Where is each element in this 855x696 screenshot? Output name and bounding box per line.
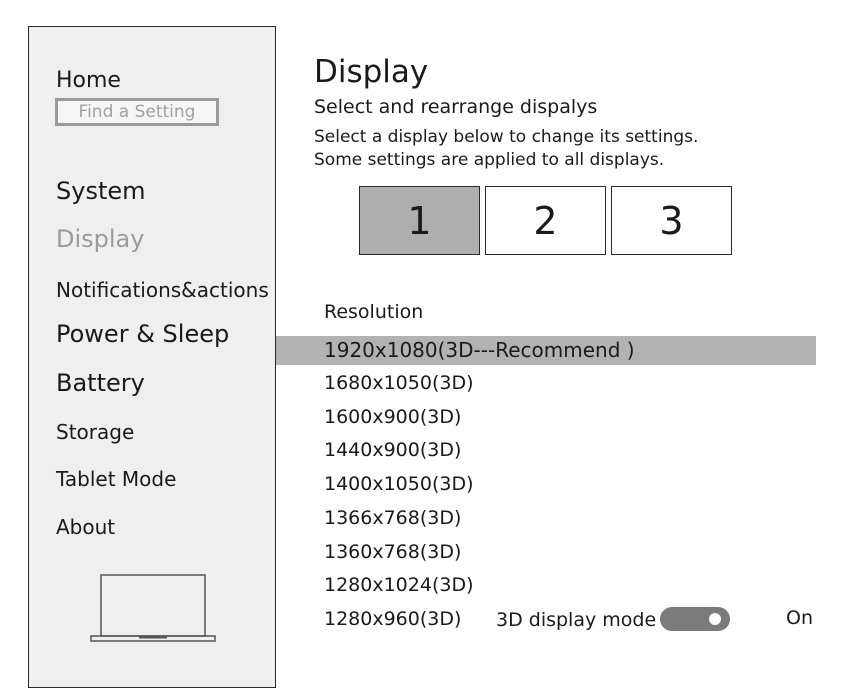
sidebar: Home System Display Notifications&action…: [28, 26, 276, 688]
resolution-option[interactable]: 1366x768(3D): [276, 504, 816, 533]
resolution-label: Resolution: [324, 301, 424, 323]
sidebar-item-storage[interactable]: Storage: [56, 420, 134, 444]
description-line-2: Some settings are applied to all display…: [314, 150, 665, 170]
sidebar-item-about[interactable]: About: [56, 515, 115, 539]
home-link[interactable]: Home: [56, 68, 121, 93]
sidebar-item-battery[interactable]: Battery: [56, 369, 145, 397]
sidebar-item-notifications[interactable]: Notifications&actions: [56, 278, 269, 302]
resolution-option[interactable]: 1920x1080(3D---Recommend ): [276, 336, 816, 365]
section-subtitle: Select and rearrange dispalys: [314, 96, 598, 118]
resolution-option[interactable]: 1400x1050(3D): [276, 470, 816, 499]
3d-mode-label: 3D display mode: [496, 609, 657, 631]
sidebar-item-display[interactable]: Display: [56, 225, 144, 253]
resolution-option[interactable]: 1600x900(3D): [276, 403, 816, 432]
search-input[interactable]: [55, 98, 219, 126]
sidebar-item-system[interactable]: System: [56, 177, 146, 205]
page-title: Display: [314, 54, 429, 90]
3d-mode-toggle[interactable]: [660, 607, 730, 631]
monitor-3[interactable]: 3: [611, 186, 732, 255]
description-line-1: Select a display below to change its set…: [314, 127, 699, 147]
resolution-option[interactable]: 1360x768(3D): [276, 538, 816, 567]
monitor-2[interactable]: 2: [485, 186, 606, 255]
resolution-option[interactable]: 1680x1050(3D): [276, 369, 816, 398]
monitor-1[interactable]: 1: [359, 186, 480, 255]
sidebar-item-power-sleep[interactable]: Power & Sleep: [56, 320, 229, 348]
toggle-knob: [709, 613, 721, 625]
resolution-option[interactable]: 1280x1024(3D): [276, 571, 816, 600]
toggle-state-text: On: [786, 607, 813, 629]
resolution-option[interactable]: 1440x900(3D): [276, 436, 816, 465]
laptop-icon: [90, 574, 216, 642]
sidebar-item-tablet-mode[interactable]: Tablet Mode: [56, 467, 176, 491]
